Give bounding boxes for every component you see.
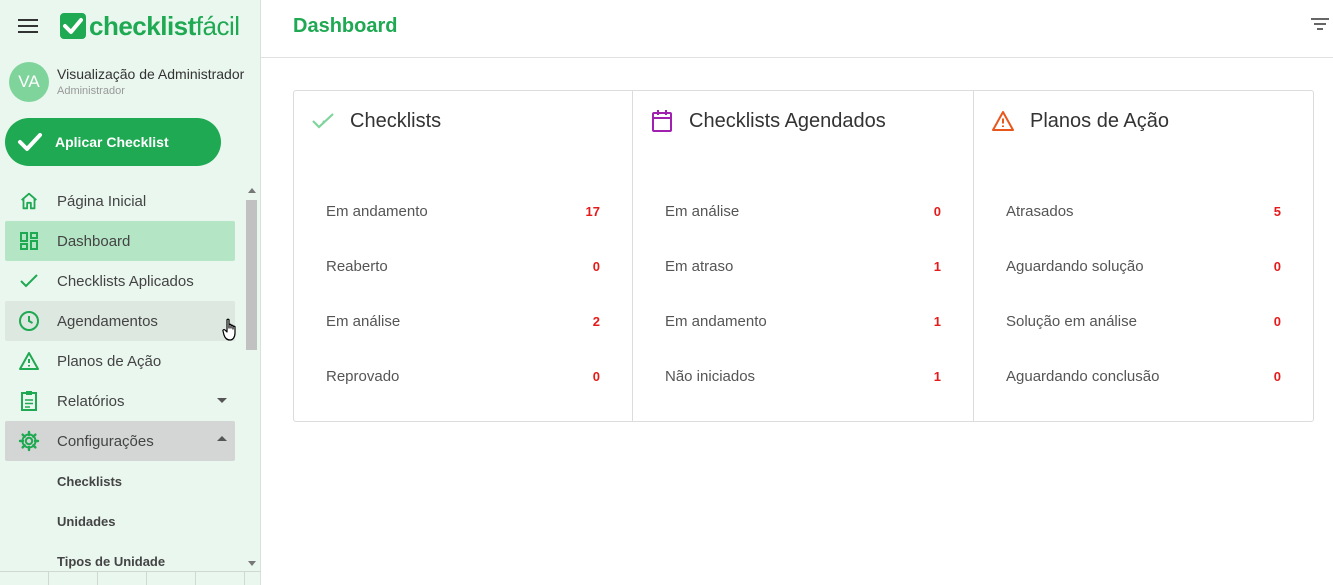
- stat-label: Em atraso: [665, 257, 734, 275]
- stat-row[interactable]: Reprovado 0: [326, 364, 600, 388]
- stat-count: 5: [1273, 203, 1281, 219]
- logo-check-icon: [60, 13, 86, 39]
- stat-label: Não iniciados: [665, 367, 756, 385]
- stat-row[interactable]: Aguardando conclusão 0: [1006, 364, 1281, 388]
- stat-label: Aguardando conclusão: [1006, 367, 1160, 385]
- card-header: Planos de Ação: [990, 108, 1169, 134]
- stat-label: Atrasados: [1006, 202, 1074, 220]
- check-icon: [18, 133, 42, 151]
- stat-row[interactable]: Em análise 0: [665, 199, 941, 223]
- sidebar-item-label: Dashboard: [57, 232, 131, 250]
- chevron-up-icon: [217, 436, 227, 441]
- sidebar-footer: [0, 571, 261, 585]
- stat-label: Em andamento: [326, 202, 428, 220]
- stat-row[interactable]: Não iniciados 1: [665, 364, 941, 388]
- planos-de-acao-card: Planos de Ação Atrasados 5 Aguardando sol…: [974, 91, 1313, 421]
- sidebar-item-label: Planos de Ação: [57, 352, 162, 370]
- sidebar-nav: Página Inicial Dashboard Checklists Apli…: [0, 180, 243, 570]
- stat-label: Solução em análise: [1006, 312, 1137, 330]
- stat-row[interactable]: Em andamento 17: [326, 199, 600, 223]
- filter-icon[interactable]: [1311, 18, 1329, 32]
- logo[interactable]: checklistfácil: [60, 10, 240, 42]
- sidebar-subitem-tipos-de-unidade[interactable]: Tipos de Unidade: [57, 554, 165, 569]
- user-name: Visualização de Administrador: [57, 66, 245, 82]
- avatar: VA: [9, 62, 49, 102]
- apply-checklist-label: Aplicar Checklist: [55, 134, 169, 150]
- gear-icon: [17, 429, 41, 453]
- stat-count: 17: [585, 203, 600, 219]
- stat-count: 0: [592, 368, 600, 384]
- card-header: Checklists: [310, 108, 441, 134]
- stat-count: 0: [1273, 313, 1281, 329]
- check-icon: [310, 108, 336, 134]
- card-title: Planos de Ação: [1030, 109, 1169, 132]
- sidebar-item-label: Checklists Aplicados: [57, 272, 194, 290]
- warning-icon: [990, 108, 1016, 134]
- sidebar-item-configuracoes[interactable]: Configurações: [5, 421, 235, 461]
- page-title: Dashboard: [293, 15, 398, 37]
- card-title: Checklists Agendados: [689, 109, 886, 132]
- stat-count: 0: [1273, 258, 1281, 274]
- user-role: Administrador: [57, 85, 125, 97]
- stat-row[interactable]: Atrasados 5: [1006, 199, 1281, 223]
- stat-count: 0: [933, 203, 941, 219]
- checklists-agendados-card: Checklists Agendados Em análise 0 Em atra…: [633, 91, 974, 421]
- stat-label: Em andamento: [665, 312, 767, 330]
- dashboard-icon: [17, 229, 41, 253]
- checklists-card: Checklists Em andamento 17 Reaberto 0 Em a…: [294, 91, 633, 421]
- sidebar-item-label: Agendamentos: [57, 312, 158, 330]
- sidebar-item-planos-de-acao[interactable]: Planos de Ação: [5, 341, 235, 381]
- stat-row[interactable]: Aguardando solução 0: [1006, 254, 1281, 278]
- calendar-icon: [649, 108, 675, 134]
- clock-icon: [17, 309, 41, 333]
- sidebar-item-relatorios[interactable]: Relatórios: [5, 381, 235, 421]
- sidebar-item-home[interactable]: Página Inicial: [5, 181, 235, 221]
- stat-label: Em análise: [326, 312, 401, 330]
- sidebar-subitem-unidades[interactable]: Unidades: [57, 514, 116, 529]
- card-header: Checklists Agendados: [649, 108, 886, 134]
- hand-cursor-icon: [222, 318, 240, 347]
- logo-text-light: fácil: [195, 10, 240, 41]
- scroll-up-arrow[interactable]: [248, 188, 256, 193]
- user-profile[interactable]: VA Visualização de Administrador Adminis…: [9, 62, 259, 104]
- stat-row[interactable]: Solução em análise 0: [1006, 309, 1281, 333]
- stat-row[interactable]: Em atraso 1: [665, 254, 941, 278]
- sidebar-item-label: Relatórios: [57, 392, 125, 410]
- card-title: Checklists: [350, 109, 442, 132]
- stat-row[interactable]: Em análise 2: [326, 309, 600, 333]
- chevron-down-icon: [217, 398, 227, 403]
- check-icon: [17, 269, 41, 293]
- sidebar-item-label: Configurações: [57, 432, 154, 450]
- dashboard-cards: Checklists Em andamento 17 Reaberto 0 Em a…: [293, 90, 1314, 422]
- scroll-thumb[interactable]: [246, 200, 257, 350]
- stat-count: 1: [933, 368, 941, 384]
- sidebar: checklistfácil VA Visualização de Admini…: [0, 0, 261, 585]
- sidebar-item-label: Página Inicial: [57, 192, 147, 210]
- apply-checklist-button[interactable]: Aplicar Checklist: [5, 118, 221, 166]
- stat-row[interactable]: Em andamento 1: [665, 309, 941, 333]
- warning-icon: [17, 349, 41, 373]
- stat-count: 1: [933, 313, 941, 329]
- sidebar-item-agendamentos[interactable]: Agendamentos: [5, 301, 235, 341]
- stat-count: 0: [592, 258, 600, 274]
- top-header: Dashboard: [261, 0, 1333, 58]
- stat-label: Em análise: [665, 202, 740, 220]
- sidebar-header: checklistfácil: [0, 0, 261, 54]
- scroll-down-arrow[interactable]: [248, 561, 256, 566]
- home-icon: [17, 189, 41, 213]
- sidebar-item-checklists-aplicados[interactable]: Checklists Aplicados: [5, 261, 235, 301]
- sidebar-subitem-checklists[interactable]: Checklists: [57, 474, 122, 489]
- menu-icon[interactable]: [18, 19, 38, 35]
- stat-label: Aguardando solução: [1006, 257, 1144, 275]
- stat-label: Reaberto: [326, 257, 388, 275]
- stat-count: 1: [933, 258, 941, 274]
- stat-count: 2: [592, 313, 600, 329]
- stat-count: 0: [1273, 368, 1281, 384]
- stat-label: Reprovado: [326, 367, 400, 385]
- clipboard-icon: [17, 389, 41, 413]
- logo-text-bold: checklist: [89, 10, 196, 41]
- sidebar-item-dashboard[interactable]: Dashboard: [5, 221, 235, 261]
- stat-row[interactable]: Reaberto 0: [326, 254, 600, 278]
- sidebar-scrollbar[interactable]: [244, 184, 259, 570]
